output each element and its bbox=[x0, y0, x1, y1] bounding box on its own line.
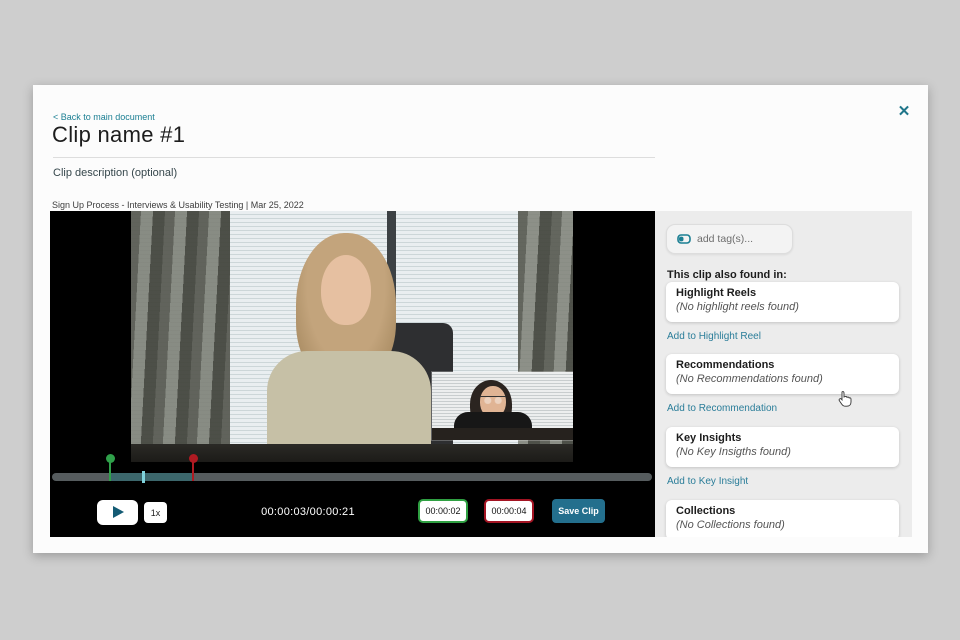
collections-empty: (No Collections found) bbox=[676, 519, 785, 531]
clip-name-title[interactable]: Clip name #1 bbox=[52, 122, 185, 148]
recommendations-card: Recommendations (No Recommendations foun… bbox=[666, 354, 899, 394]
picture-in-picture-video bbox=[432, 372, 573, 440]
clip-sidebar: add tag(s)... This clip also found in: H… bbox=[655, 211, 912, 537]
key-insights-title: Key Insights bbox=[676, 432, 742, 444]
video-frame bbox=[131, 211, 573, 462]
clip-editor-modal: < Back to main document Clip name #1 Cli… bbox=[33, 85, 928, 553]
clip-start-pin[interactable] bbox=[105, 454, 115, 481]
clip-end-pin[interactable] bbox=[188, 454, 198, 481]
playhead[interactable] bbox=[141, 471, 145, 483]
key-insights-card: Key Insights (No Key Insigths found) bbox=[666, 427, 899, 467]
highlight-reels-card: Highlight Reels (No highlight reels foun… bbox=[666, 282, 899, 322]
clip-description-field[interactable]: Clip description (optional) bbox=[53, 167, 177, 179]
add-tag-input[interactable]: add tag(s)... bbox=[666, 224, 793, 254]
play-icon bbox=[113, 506, 124, 518]
found-in-label: This clip also found in: bbox=[667, 269, 787, 281]
add-tag-placeholder: add tag(s)... bbox=[697, 233, 754, 245]
clip-selection-range[interactable] bbox=[110, 473, 193, 481]
player-controls: 1x 00:00:03/00:00:21 00:00:02 00:00:04 S… bbox=[50, 490, 655, 537]
source-meta-text: Sign Up Process - Interviews & Usability… bbox=[52, 200, 304, 210]
save-clip-button[interactable]: Save Clip bbox=[552, 499, 605, 523]
time-display: 00:00:03/00:00:21 bbox=[261, 506, 355, 518]
recommendations-empty: (No Recommendations found) bbox=[676, 373, 823, 385]
collections-card: Collections (No Collections found) bbox=[666, 500, 899, 537]
close-icon[interactable]: ✕ bbox=[893, 101, 915, 123]
collections-title: Collections bbox=[676, 505, 736, 517]
highlight-reels-empty: (No highlight reels found) bbox=[676, 301, 799, 313]
play-button[interactable] bbox=[97, 500, 138, 525]
video-player[interactable]: 1x 00:00:03/00:00:21 00:00:02 00:00:04 S… bbox=[50, 211, 655, 537]
curtain-left bbox=[131, 211, 230, 462]
glasses bbox=[480, 396, 506, 404]
key-insights-empty: (No Key Insigths found) bbox=[676, 446, 791, 458]
add-to-recommendation-link[interactable]: Add to Recommendation bbox=[667, 403, 777, 414]
timeline[interactable] bbox=[50, 454, 655, 490]
recommendations-title: Recommendations bbox=[676, 359, 775, 371]
speaker-face bbox=[321, 255, 371, 325]
back-to-document-link[interactable]: < Back to main document bbox=[53, 112, 155, 122]
clip-start-time[interactable]: 00:00:02 bbox=[418, 499, 468, 523]
add-to-key-insight-link[interactable]: Add to Key Insight bbox=[667, 476, 748, 487]
highlight-reels-title: Highlight Reels bbox=[676, 287, 757, 299]
playback-speed-button[interactable]: 1x bbox=[144, 502, 167, 523]
tag-icon bbox=[677, 234, 691, 244]
add-to-highlight-reel-link[interactable]: Add to Highlight Reel bbox=[667, 331, 761, 342]
clip-end-time[interactable]: 00:00:04 bbox=[484, 499, 534, 523]
title-divider bbox=[53, 157, 655, 158]
